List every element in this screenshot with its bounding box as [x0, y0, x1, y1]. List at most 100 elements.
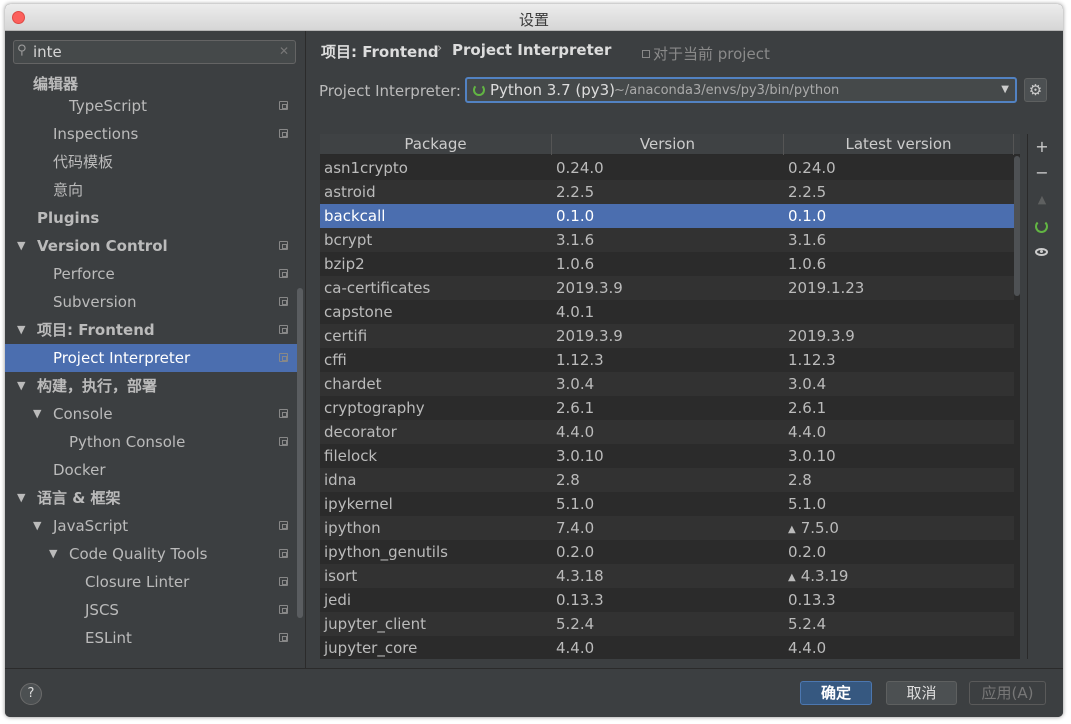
- eye-icon: [1035, 248, 1048, 256]
- sidebar-item[interactable]: ▼ 构建，执行，部署: [5, 372, 297, 400]
- version-cell: 4.0.1: [556, 303, 595, 321]
- interpreter-settings-button[interactable]: ⚙: [1024, 78, 1047, 102]
- column-header-package[interactable]: Package: [320, 134, 552, 155]
- latest-version-cell: 4.4.0: [788, 423, 827, 441]
- expand-arrow-icon[interactable]: ▼: [17, 484, 25, 512]
- sidebar-item[interactable]: Project Interpreter: [5, 344, 297, 372]
- version-cell: 0.1.0: [556, 207, 595, 225]
- interpreter-path: ~/anaconda3/envs/py3/bin/python: [614, 83, 840, 98]
- sidebar-item[interactable]: 意向: [5, 176, 297, 204]
- table-row[interactable]: jupyter_client 5.2.4 5.2.4: [320, 612, 1014, 636]
- cancel-button[interactable]: 取消: [886, 681, 957, 705]
- latest-version-cell: 2019.1.23: [788, 279, 865, 297]
- package-name-cell: ca-certificates: [324, 279, 431, 297]
- expand-arrow-icon[interactable]: ▼: [33, 400, 41, 428]
- sidebar-item[interactable]: Python Console: [5, 428, 297, 456]
- sidebar-item[interactable]: 代码模板: [5, 148, 297, 176]
- latest-version-cell: 5.1.0: [788, 495, 827, 513]
- sidebar-item-label: 构建，执行，部署: [37, 377, 158, 395]
- settings-search[interactable]: ⚲ ✕: [13, 40, 296, 64]
- sidebar-item[interactable]: ▼ Code Quality Tools: [5, 540, 297, 568]
- sidebar-item[interactable]: Closure Linter: [5, 568, 297, 596]
- interpreter-select[interactable]: Python 3.7 (py3) ~/anaconda3/envs/py3/bi…: [465, 77, 1017, 103]
- ok-button[interactable]: 确定: [800, 681, 872, 705]
- sidebar-item[interactable]: Perforce: [5, 260, 297, 288]
- expand-arrow-icon[interactable]: ▼: [17, 372, 25, 400]
- sidebar-item[interactable]: Plugins: [5, 204, 297, 232]
- table-row[interactable]: astroid 2.2.5 2.2.5: [320, 180, 1014, 204]
- expand-arrow-icon[interactable]: ▼: [33, 512, 41, 540]
- sidebar-item-label: Docker: [53, 461, 106, 479]
- sidebar-item[interactable]: TypeScript: [5, 92, 297, 120]
- table-row[interactable]: jedi 0.13.3 0.13.3: [320, 588, 1014, 612]
- remove-package-button[interactable]: −: [1028, 161, 1056, 185]
- table-row[interactable]: ipython 7.4.0 ▲ 7.5.0: [320, 516, 1014, 540]
- sidebar-item[interactable]: ESLint: [5, 624, 297, 652]
- gear-icon: ⚙: [1028, 81, 1043, 99]
- table-row[interactable]: ca-certificates 2019.3.9 2019.1.23: [320, 276, 1014, 300]
- version-cell: 2.6.1: [556, 399, 595, 417]
- show-early-releases-button[interactable]: [1028, 240, 1056, 264]
- version-cell: 1.0.6: [556, 255, 595, 273]
- table-row[interactable]: certifi 2019.3.9 2019.3.9: [320, 324, 1014, 348]
- sidebar-item-label: Plugins: [37, 209, 100, 227]
- column-header-latest-version[interactable]: Latest version: [784, 134, 1014, 155]
- table-row[interactable]: bcrypt 3.1.6 3.1.6: [320, 228, 1014, 252]
- table-row[interactable]: cffi 1.12.3 1.12.3: [320, 348, 1014, 372]
- search-input[interactable]: [33, 42, 273, 62]
- package-name-cell: isort: [324, 567, 358, 585]
- clear-search-icon[interactable]: ✕: [279, 44, 289, 58]
- sidebar-item[interactable]: ▼ Console: [5, 400, 297, 428]
- table-scrollbar-thumb[interactable]: [1014, 156, 1020, 296]
- sidebar-item-label: Version Control: [37, 237, 168, 255]
- project-scope-icon: [279, 409, 288, 418]
- sidebar-item-label: JavaScript: [53, 517, 129, 535]
- settings-dialog: 设置 ⚲ ✕ JavaScript TypeScript Inspections 代码…: [5, 4, 1063, 717]
- table-row[interactable]: decorator 4.4.0 4.4.0: [320, 420, 1014, 444]
- table-row[interactable]: chardet 3.0.4 3.0.4: [320, 372, 1014, 396]
- sidebar-item[interactable]: Inspections: [5, 120, 297, 148]
- sidebar-item[interactable]: JSCS: [5, 596, 297, 624]
- sidebar-sticky-header: 编辑器: [5, 74, 297, 94]
- expand-arrow-icon[interactable]: ▼: [17, 232, 25, 260]
- package-name-cell: cryptography: [324, 399, 425, 417]
- table-row[interactable]: isort 4.3.18 ▲ 4.3.19: [320, 564, 1014, 588]
- column-header-version[interactable]: Version: [552, 134, 784, 155]
- table-row[interactable]: idna 2.8 2.8: [320, 468, 1014, 492]
- table-scrollbar[interactable]: [1014, 156, 1020, 659]
- table-row[interactable]: backcall 0.1.0 0.1.0: [320, 204, 1014, 228]
- sidebar-scrollbar[interactable]: [297, 288, 303, 618]
- table-row[interactable]: bzip2 1.0.6 1.0.6: [320, 252, 1014, 276]
- expand-arrow-icon[interactable]: ▼: [49, 540, 57, 568]
- table-row[interactable]: ipython_genutils 0.2.0 0.2.0: [320, 540, 1014, 564]
- table-row[interactable]: filelock 3.0.10 3.0.10: [320, 444, 1014, 468]
- latest-version-cell: 2019.3.9: [788, 327, 855, 345]
- upgrade-package-button[interactable]: ▲: [1028, 188, 1056, 212]
- latest-version-cell: 3.0.10: [788, 447, 836, 465]
- sidebar-item[interactable]: ▼ 语言 & 框架: [5, 484, 297, 512]
- sidebar-item[interactable]: ▼ 项目: Frontend: [5, 316, 297, 344]
- table-row[interactable]: jupyter_core 4.4.0 4.4.0: [320, 636, 1014, 659]
- settings-tree[interactable]: JavaScript TypeScript Inspections 代码模板意向 Plu…: [5, 74, 305, 668]
- sidebar-item-label: 项目: Frontend: [37, 321, 155, 339]
- help-button[interactable]: ?: [20, 683, 42, 705]
- table-row[interactable]: capstone 4.0.1: [320, 300, 1014, 324]
- version-cell: 0.2.0: [556, 543, 595, 561]
- sidebar-item-label: Perforce: [53, 265, 115, 283]
- add-package-button[interactable]: +: [1028, 135, 1056, 159]
- sidebar-item[interactable]: Docker: [5, 456, 297, 484]
- package-name-cell: backcall: [324, 207, 386, 225]
- settings-sidebar: ⚲ ✕ JavaScript TypeScript Inspections 代码模板意…: [5, 31, 305, 668]
- sidebar-item-label: JSCS: [85, 601, 119, 619]
- apply-button[interactable]: 应用(A): [969, 681, 1046, 705]
- sidebar-item[interactable]: ▼ Version Control: [5, 232, 297, 260]
- project-scope-icon: [279, 325, 288, 334]
- expand-arrow-icon[interactable]: ▼: [17, 316, 25, 344]
- refresh-button[interactable]: [1028, 214, 1056, 238]
- packages-table: Package Version Latest version asn1crypt…: [320, 134, 1020, 659]
- sidebar-item[interactable]: ▼ JavaScript: [5, 512, 297, 540]
- table-row[interactable]: asn1crypto 0.24.0 0.24.0: [320, 156, 1014, 180]
- table-row[interactable]: cryptography 2.6.1 2.6.1: [320, 396, 1014, 420]
- sidebar-item[interactable]: Subversion: [5, 288, 297, 316]
- table-row[interactable]: ipykernel 5.1.0 5.1.0: [320, 492, 1014, 516]
